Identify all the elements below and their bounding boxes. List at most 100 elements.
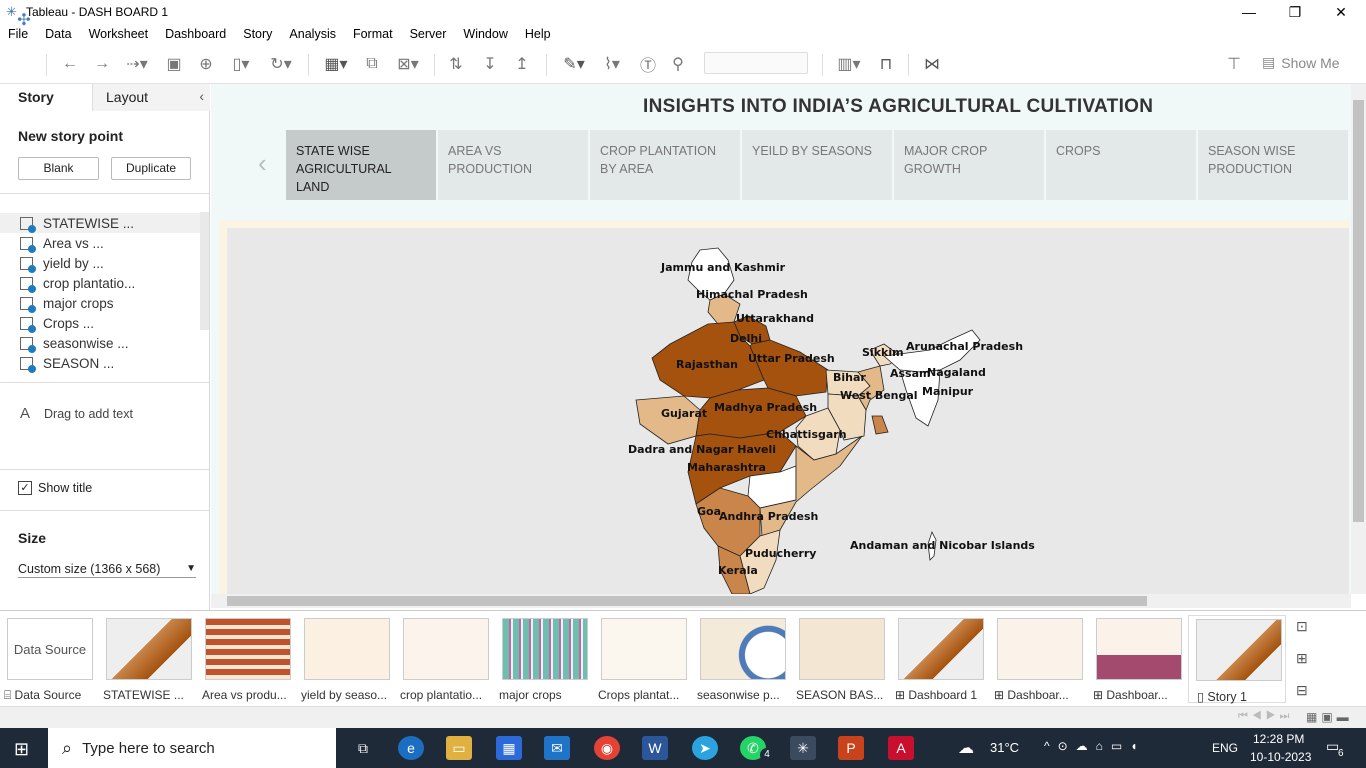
taskbar-search[interactable]: ⌕ Type here to search	[48, 728, 336, 768]
show-me-button[interactable]: ▤ Show Me	[1262, 54, 1340, 71]
powerpoint-icon[interactable]: P	[838, 736, 864, 760]
tab-story[interactable]: Story	[0, 84, 92, 111]
collapse-pane-icon[interactable]: ‹	[199, 88, 204, 104]
menu-data[interactable]: Data	[45, 27, 71, 41]
chrome-icon[interactable]: ◉	[594, 736, 620, 760]
menu-format[interactable]: Format	[353, 27, 393, 41]
sheet-item[interactable]: crop plantatio...	[0, 273, 209, 293]
acrobat-icon[interactable]: A	[888, 736, 914, 760]
mail-icon[interactable]: ✉	[544, 736, 570, 760]
story-point[interactable]: AREA VS PRODUCTION	[438, 130, 588, 200]
clock-time[interactable]: 12:28 PM	[1253, 732, 1304, 746]
show-title-checkbox[interactable]: ✓ Show title	[18, 481, 92, 495]
india-map[interactable]: Jammu and Kashmir Himachal Pradesh Uttar…	[600, 240, 1040, 594]
windows-start-icon[interactable]: ⊞	[14, 739, 29, 760]
redo-icon[interactable]: →	[92, 54, 112, 74]
sort-ascending-icon[interactable]: ↧	[480, 54, 500, 74]
menu-server[interactable]: Server	[410, 27, 447, 41]
story-point[interactable]: STATE WISE AGRICULTURAL LAND	[286, 130, 436, 200]
sheet-tab[interactable]: STATEWISE ...	[99, 615, 197, 703]
sheet-item[interactable]: Area vs ...	[0, 233, 209, 253]
menu-window[interactable]: Window	[463, 27, 507, 41]
size-dropdown[interactable]: Custom size (1366 x 568) ▼	[18, 560, 196, 578]
new-worksheet-icon[interactable]: ⊡	[1296, 618, 1314, 636]
sheet-tab[interactable]: SEASON BAS...	[792, 615, 890, 703]
word-icon[interactable]: W	[642, 736, 668, 760]
tableau-taskbar-icon[interactable]: ✳	[790, 736, 816, 760]
weather-icon[interactable]: ☁	[958, 738, 974, 758]
duplicate-sheet-icon[interactable]: ⧉	[362, 54, 382, 74]
show-cards-icon[interactable]: ▥▾	[834, 54, 864, 74]
sheet-item[interactable]: STATEWISE ...	[0, 213, 209, 233]
sheet-tab[interactable]: seasonwise p...	[693, 615, 791, 703]
labels-icon[interactable]: Ⓣ	[638, 54, 658, 75]
menu-story[interactable]: Story	[243, 27, 272, 41]
horizontal-scrollbar[interactable]	[211, 594, 1351, 608]
store-icon[interactable]: ▦	[496, 736, 522, 760]
replace-data-icon[interactable]: ⇢▾	[122, 54, 152, 74]
presentation-icon[interactable]: ⊓	[876, 54, 896, 74]
sheet-tab[interactable]: crop plantatio...	[396, 615, 494, 703]
blank-button[interactable]: Blank	[18, 157, 99, 180]
new-dashboard-icon[interactable]: ⊞	[1296, 650, 1314, 668]
sheet-tab-current[interactable]: ▯ Story 1	[1188, 615, 1286, 704]
group-icon[interactable]: ⌇▾	[596, 54, 628, 74]
sheet-item[interactable]: SEASON ...	[0, 353, 209, 373]
menu-dashboard[interactable]: Dashboard	[165, 27, 226, 41]
language-indicator[interactable]: ENG	[1212, 741, 1238, 755]
sheet-tab[interactable]: ⊞ Dashboar...	[1089, 615, 1187, 703]
restore-button[interactable]: ❐	[1272, 0, 1318, 24]
format-painter-icon[interactable]: ⊤	[1224, 54, 1244, 74]
story-point[interactable]: SEASON WISE PRODUCTION	[1198, 130, 1348, 200]
edge-icon[interactable]: e	[398, 736, 424, 760]
system-tray-icons[interactable]: ^⊙☁⌂▭◖	[1044, 739, 1146, 753]
undo-icon[interactable]: ←	[60, 54, 80, 74]
story-point[interactable]: CROPS	[1046, 130, 1196, 200]
clock-date[interactable]: 10-10-2023	[1250, 750, 1311, 764]
sheet-tab[interactable]: Crops plantat...	[594, 615, 692, 703]
clear-sheet-icon[interactable]: ⊠▾	[392, 54, 424, 74]
sheet-tab[interactable]: major crops	[495, 615, 593, 703]
sheet-tab[interactable]: yield by seaso...	[297, 615, 395, 703]
telegram-icon[interactable]: ➤	[692, 736, 718, 760]
pause-updates-icon[interactable]: ▯▾	[226, 54, 256, 74]
close-button[interactable]: ✕	[1318, 0, 1364, 24]
story-point[interactable]: YEILD BY SEASONS	[742, 130, 892, 200]
swap-icon[interactable]: ⇅	[446, 54, 466, 74]
sheet-tab-data-source[interactable]: Data Source ⌸ Data Source	[0, 615, 98, 703]
tableau-home-icon[interactable]: ✣	[14, 10, 34, 30]
sheet-list-scrollbar[interactable]	[200, 212, 209, 330]
view-mode-icon[interactable]: ▦▣▬	[1306, 710, 1353, 724]
sheet-item[interactable]: seasonwise ...	[0, 333, 209, 353]
drag-to-add-text[interactable]: A Drag to add text	[20, 405, 133, 422]
new-worksheet-icon[interactable]: ▦▾	[318, 54, 354, 74]
new-story-icon[interactable]: ⊟	[1296, 682, 1314, 700]
pin-icon[interactable]: ⚲	[668, 54, 688, 74]
menu-help[interactable]: Help	[525, 27, 551, 41]
scroll-thumb[interactable]	[227, 596, 1147, 606]
story-point[interactable]: CROP PLANTATION BY AREA	[590, 130, 740, 200]
sheet-item[interactable]: Crops ...	[0, 313, 209, 333]
weather-temp[interactable]: 31°C	[990, 740, 1019, 755]
duplicate-button[interactable]: Duplicate	[111, 157, 191, 180]
fit-dropdown[interactable]	[704, 52, 808, 74]
story-point[interactable]: MAJOR CROP GROWTH	[894, 130, 1044, 200]
task-view-icon[interactable]: ⧉	[350, 736, 376, 760]
tab-layout[interactable]: Layout	[92, 84, 210, 111]
sort-descending-icon[interactable]: ↥	[512, 54, 532, 74]
vertical-scrollbar[interactable]	[1351, 84, 1366, 594]
sheet-item[interactable]: yield by ...	[0, 253, 209, 273]
sheet-tab[interactable]: Area vs produ...	[198, 615, 296, 703]
highlight-icon[interactable]: ✎▾	[558, 54, 590, 74]
new-data-source-icon[interactable]: ⊕	[196, 54, 216, 74]
minimize-button[interactable]: —	[1226, 0, 1272, 24]
sheet-tab[interactable]: ⊞ Dashboar...	[990, 615, 1088, 703]
refresh-icon[interactable]: ↻▾	[264, 54, 298, 74]
sheet-nav-icon[interactable]: ⏮◀▶⏭	[1238, 710, 1293, 723]
menu-worksheet[interactable]: Worksheet	[89, 27, 149, 41]
share-icon[interactable]: ⋈	[922, 54, 942, 74]
scroll-thumb[interactable]	[1353, 100, 1364, 522]
sheet-item[interactable]: major crops	[0, 293, 209, 313]
menu-analysis[interactable]: Analysis	[289, 27, 336, 41]
previous-story-point-icon[interactable]: ‹	[258, 148, 267, 179]
